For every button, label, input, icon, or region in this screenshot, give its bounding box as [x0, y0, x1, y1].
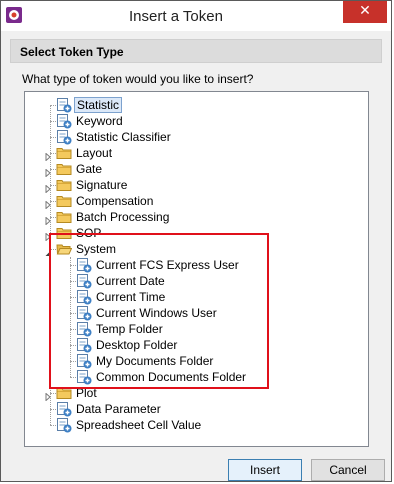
window-title: Insert a Token: [129, 8, 223, 25]
expand-arrow-icon[interactable]: [44, 149, 52, 162]
tree-item[interactable]: Statistic: [25, 97, 365, 113]
tree-item-label: Keyword: [76, 114, 123, 128]
expand-arrow-icon[interactable]: [44, 181, 52, 194]
folder-icon: [56, 145, 72, 161]
expand-arrow-icon[interactable]: [44, 165, 52, 178]
tree-item[interactable]: Batch Processing: [25, 209, 365, 226]
folder-icon: [56, 209, 72, 225]
tree-item-label: Gate: [76, 162, 103, 176]
tree-item-label: Statistic: [74, 97, 123, 113]
tree-item[interactable]: Gate: [25, 161, 365, 178]
insert-button[interactable]: Insert: [228, 459, 302, 481]
question-label: What type of token would you like to ins…: [22, 72, 254, 86]
close-button[interactable]: ✕: [343, 1, 387, 23]
tree-item[interactable]: Keyword: [25, 113, 365, 129]
cancel-button[interactable]: Cancel: [311, 459, 385, 481]
title-bar: Insert a Token ✕: [1, 1, 391, 31]
token-icon: [56, 113, 72, 129]
expand-arrow-icon[interactable]: [44, 197, 52, 210]
tree-item-label: Data Parameter: [76, 402, 161, 416]
folder-icon: [56, 177, 72, 193]
tree-item[interactable]: Statistic Classifier: [25, 129, 365, 145]
token-icon: [56, 97, 72, 113]
tree-item[interactable]: Spreadsheet Cell Value: [25, 417, 365, 433]
token-type-tree[interactable]: Statistic Keyword Statistic Classifier Layo…: [24, 91, 369, 447]
system-group-highlight: [49, 233, 269, 389]
tree-item-label: Layout: [76, 146, 113, 160]
tree-item-label: Spreadsheet Cell Value: [76, 418, 202, 432]
tree-item-label: Batch Processing: [76, 210, 170, 224]
section-header: Select Token Type: [10, 39, 382, 63]
tree-item[interactable]: Layout: [25, 145, 365, 162]
tree-item-label: Compensation: [76, 194, 154, 208]
folder-icon: [56, 161, 72, 177]
folder-icon: [56, 193, 72, 209]
insert-token-dialog: Insert a Token ✕ Select Token Type What …: [0, 0, 392, 482]
token-icon: [56, 401, 72, 417]
tree-item-label: Signature: [76, 178, 128, 192]
tree-item[interactable]: Data Parameter: [25, 401, 365, 417]
tree-item-label: Statistic Classifier: [76, 130, 171, 144]
dialog-content: Select Token Type What type of token wou…: [10, 39, 384, 451]
token-icon: [56, 129, 72, 145]
tree-item[interactable]: Signature: [25, 177, 365, 194]
token-icon: [56, 417, 72, 433]
tree-item[interactable]: Compensation: [25, 193, 365, 210]
expand-arrow-icon[interactable]: [44, 389, 52, 402]
expand-arrow-icon[interactable]: [44, 213, 52, 226]
